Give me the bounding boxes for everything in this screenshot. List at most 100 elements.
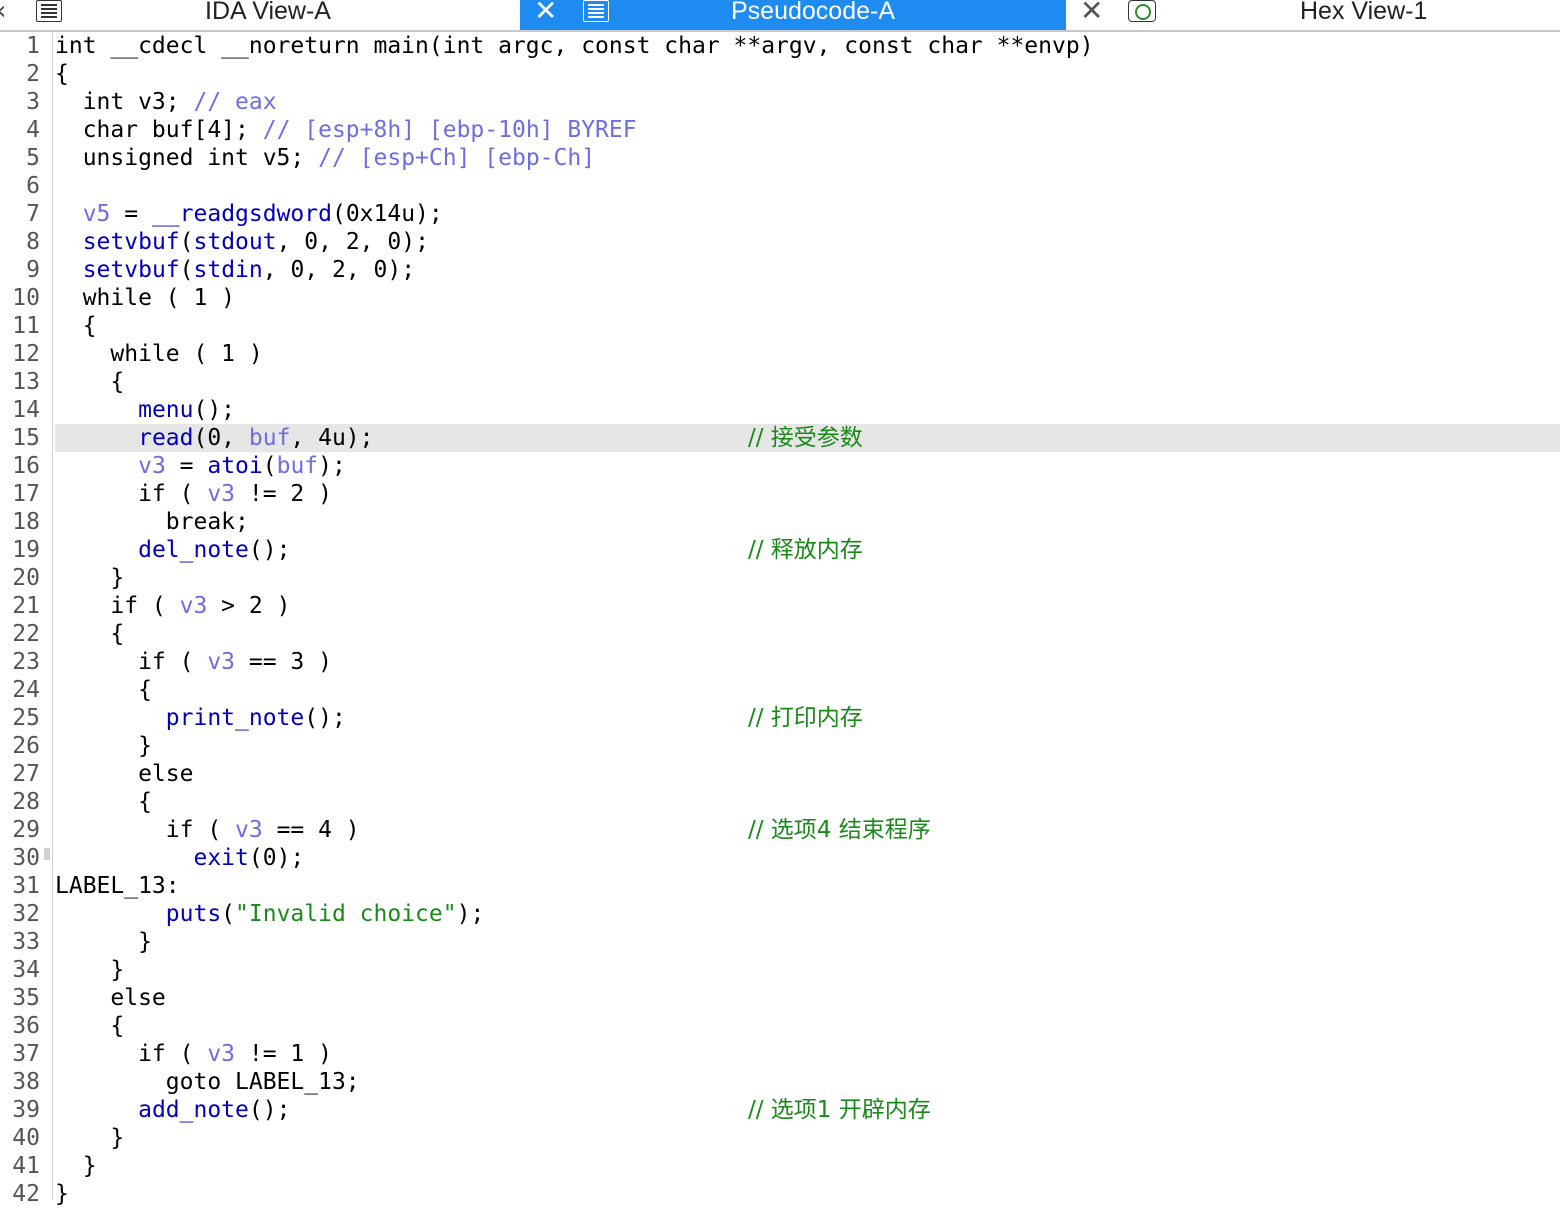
- code-text[interactable]: if ( v3 == 3 ): [55, 648, 1560, 676]
- code-line[interactable]: 26 }: [0, 732, 1560, 760]
- code-line[interactable]: 34 }: [0, 956, 1560, 984]
- code-line[interactable]: 25 print_note(); // 打印内存: [0, 704, 1560, 732]
- code-line[interactable]: 8 setvbuf(stdout, 0, 2, 0);: [0, 228, 1560, 256]
- code-text[interactable]: unsigned int v5; // [esp+Ch] [ebp-Ch]: [55, 144, 1560, 172]
- code-line[interactable]: 33 }: [0, 928, 1560, 956]
- code-line[interactable]: 41 }: [0, 1152, 1560, 1180]
- code-text[interactable]: v3 = atoi(buf);: [55, 452, 1560, 480]
- code-text[interactable]: }: [55, 1152, 1560, 1180]
- close-tab-icon[interactable]: ✕: [1080, 0, 1103, 26]
- function-name[interactable]: setvbuf: [83, 257, 180, 283]
- code-line[interactable]: 37 if ( v3 != 1 ): [0, 1040, 1560, 1068]
- code-text[interactable]: }: [55, 564, 1560, 592]
- code-line[interactable]: 7 v5 = __readgsdword(0x14u);: [0, 200, 1560, 228]
- code-text[interactable]: char buf[4]; // [esp+8h] [ebp-10h] BYREF: [55, 116, 1560, 144]
- code-line[interactable]: 38 goto LABEL_13;: [0, 1068, 1560, 1096]
- code-line[interactable]: 30 exit(0);: [0, 844, 1560, 872]
- code-line[interactable]: 19 del_note(); // 释放内存: [0, 536, 1560, 564]
- function-name[interactable]: del_note: [138, 537, 249, 563]
- code-text[interactable]: int v3; // eax: [55, 88, 1560, 116]
- code-text[interactable]: if ( v3 > 2 ): [55, 592, 1560, 620]
- variable-name[interactable]: v3: [207, 649, 235, 675]
- code-line[interactable]: 13 {: [0, 368, 1560, 396]
- variable-name[interactable]: v3: [207, 1041, 235, 1067]
- function-name[interactable]: menu: [138, 397, 193, 423]
- code-text[interactable]: while ( 1 ): [55, 284, 1560, 312]
- close-tab-icon[interactable]: ✕: [534, 0, 557, 26]
- code-text[interactable]: setvbuf(stdout, 0, 2, 0);: [55, 228, 1560, 256]
- code-text[interactable]: v5 = __readgsdword(0x14u);: [55, 200, 1560, 228]
- variable-name[interactable]: v5: [83, 201, 111, 227]
- code-text[interactable]: {: [55, 620, 1560, 648]
- code-text[interactable]: else: [55, 984, 1560, 1012]
- code-line[interactable]: 17 if ( v3 != 2 ): [0, 480, 1560, 508]
- code-line[interactable]: 28 {: [0, 788, 1560, 816]
- code-line[interactable]: 9 setvbuf(stdin, 0, 2, 0);: [0, 256, 1560, 284]
- code-text[interactable]: exit(0);: [55, 844, 1560, 872]
- variable-name[interactable]: buf: [249, 425, 291, 451]
- code-text[interactable]: menu();: [55, 396, 1560, 424]
- variable-name[interactable]: v3: [207, 481, 235, 507]
- code-text[interactable]: LABEL_13:: [55, 872, 1560, 900]
- code-text[interactable]: setvbuf(stdin, 0, 2, 0);: [55, 256, 1560, 284]
- code-line[interactable]: 5 unsigned int v5; // [esp+Ch] [ebp-Ch]: [0, 144, 1560, 172]
- code-text[interactable]: {: [55, 368, 1560, 396]
- code-line[interactable]: 4 char buf[4]; // [esp+8h] [ebp-10h] BYR…: [0, 116, 1560, 144]
- function-name[interactable]: exit: [193, 845, 248, 871]
- code-text[interactable]: }: [55, 928, 1560, 956]
- code-text[interactable]: {: [55, 312, 1560, 340]
- code-line[interactable]: 36 {: [0, 1012, 1560, 1040]
- function-name[interactable]: read: [138, 425, 193, 451]
- variable-name[interactable]: v3: [180, 593, 208, 619]
- function-name[interactable]: stdout: [194, 229, 277, 255]
- code-line[interactable]: 42}: [0, 1180, 1560, 1208]
- code-text[interactable]: goto LABEL_13;: [55, 1068, 1560, 1096]
- code-line[interactable]: 20 }: [0, 564, 1560, 592]
- code-line[interactable]: 21 if ( v3 > 2 ): [0, 592, 1560, 620]
- code-text[interactable]: }: [55, 732, 1560, 760]
- code-text[interactable]: {: [55, 60, 1560, 88]
- code-line[interactable]: 10 while ( 1 ): [0, 284, 1560, 312]
- function-name[interactable]: setvbuf: [83, 229, 180, 255]
- code-text[interactable]: puts("Invalid choice");: [55, 900, 1560, 928]
- code-line[interactable]: 11 {: [0, 312, 1560, 340]
- code-line[interactable]: 22 {: [0, 620, 1560, 648]
- code-text[interactable]: while ( 1 ): [55, 340, 1560, 368]
- function-name[interactable]: __readgsdword: [152, 201, 332, 227]
- code-line[interactable]: 23 if ( v3 == 3 ): [0, 648, 1560, 676]
- function-name[interactable]: stdin: [194, 257, 263, 283]
- function-name[interactable]: atoi: [207, 453, 262, 479]
- variable-name[interactable]: buf: [277, 453, 319, 479]
- code-text[interactable]: {: [55, 676, 1560, 704]
- code-line[interactable]: 6: [0, 172, 1560, 200]
- code-text[interactable]: if ( v3 != 2 ): [55, 480, 1560, 508]
- code-line[interactable]: 29 if ( v3 == 4 ) // 选项4 结束程序: [0, 816, 1560, 844]
- function-name[interactable]: print_note: [166, 705, 304, 731]
- code-text[interactable]: }: [55, 1124, 1560, 1152]
- code-text[interactable]: break;: [55, 508, 1560, 536]
- code-line[interactable]: 18 break;: [0, 508, 1560, 536]
- code-line[interactable]: 14 menu();: [0, 396, 1560, 424]
- code-line[interactable]: 39 add_note(); // 选项1 开辟内存: [0, 1096, 1560, 1124]
- function-name[interactable]: add_note: [138, 1097, 249, 1123]
- code-line[interactable]: 31 LABEL_13:: [0, 872, 1560, 900]
- code-text[interactable]: }: [55, 956, 1560, 984]
- code-line[interactable]: 1 int __cdecl __noreturn main(int argc, c…: [0, 32, 1560, 60]
- tab-pseudocode[interactable]: ✕ Pseudocode-A: [520, 0, 1066, 30]
- pseudocode-listing[interactable]: 1 int __cdecl __noreturn main(int argc, c…: [0, 32, 1560, 1208]
- code-line[interactable]: 40 }: [0, 1124, 1560, 1152]
- code-text[interactable]: {: [55, 788, 1560, 816]
- tab-ida-view[interactable]: IDA View-A: [0, 0, 520, 30]
- code-text[interactable]: }: [55, 1180, 1560, 1208]
- tab-hex-view[interactable]: ✕ Hex View-1: [1066, 0, 1560, 30]
- code-line[interactable]: 12 while ( 1 ): [0, 340, 1560, 368]
- variable-name[interactable]: v3: [138, 453, 166, 479]
- code-line[interactable]: 2{: [0, 60, 1560, 88]
- function-name[interactable]: puts: [166, 901, 221, 927]
- code-line[interactable]: 27 else: [0, 760, 1560, 788]
- code-text[interactable]: else: [55, 760, 1560, 788]
- code-line[interactable]: 15 read(0, buf, 4u); // 接受参数: [0, 424, 1560, 452]
- code-line[interactable]: 3 int v3; // eax: [0, 88, 1560, 116]
- code-text[interactable]: if ( v3 != 1 ): [55, 1040, 1560, 1068]
- code-line[interactable]: 24 {: [0, 676, 1560, 704]
